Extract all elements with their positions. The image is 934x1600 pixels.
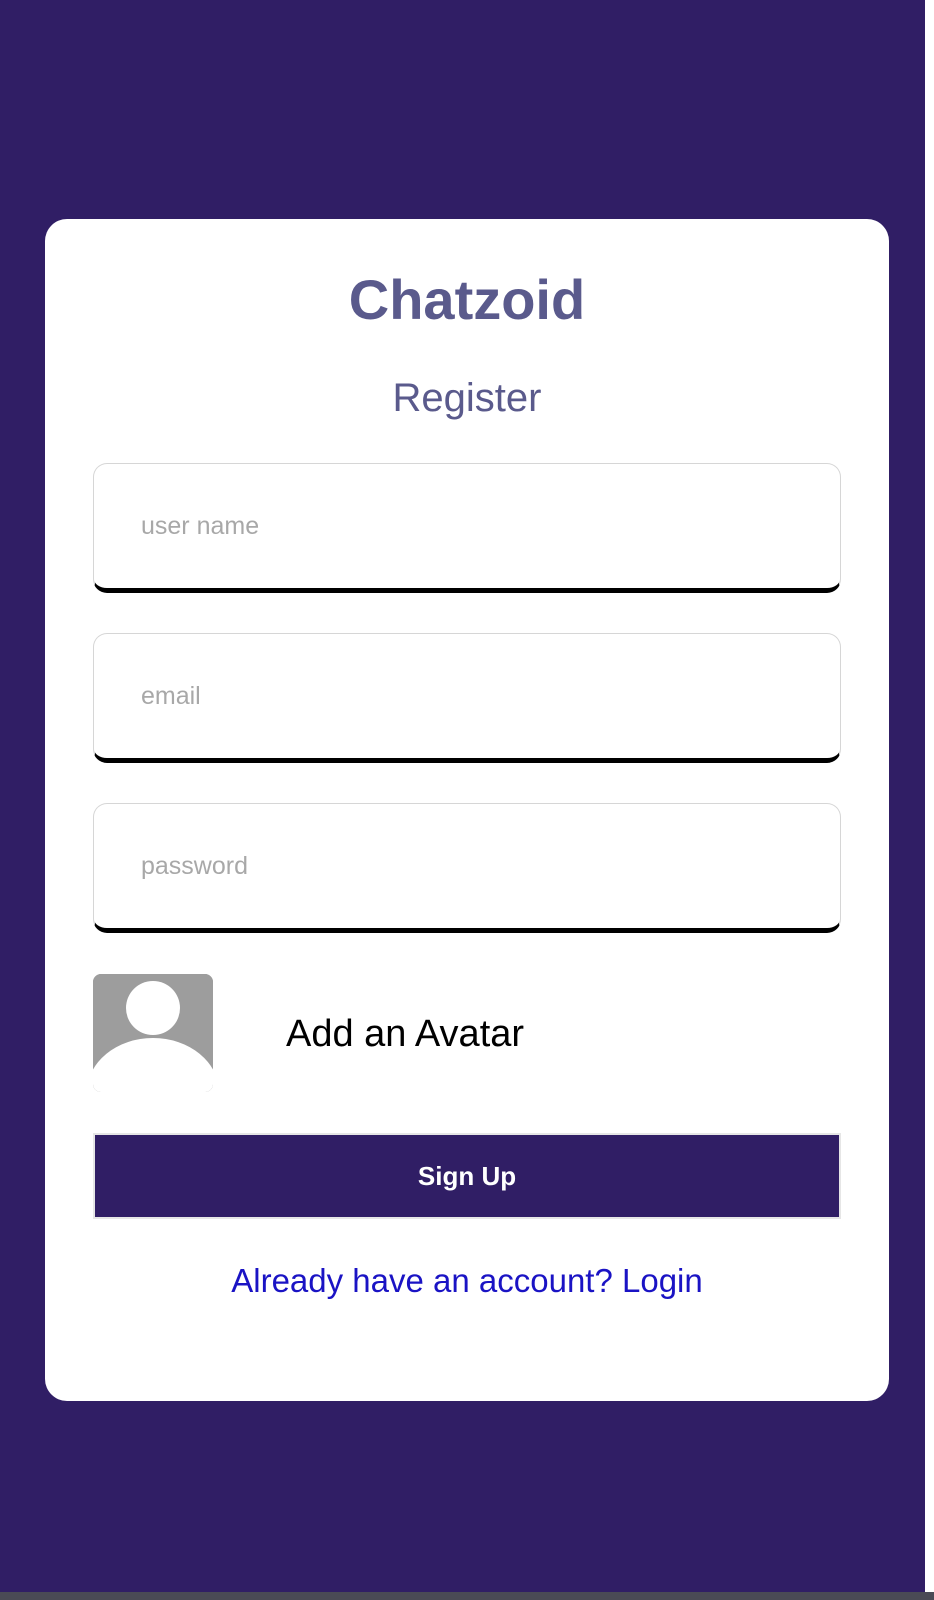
password-field[interactable] [93,803,841,933]
sign-up-button[interactable]: Sign Up [93,1133,841,1219]
user-avatar-placeholder-icon[interactable] [93,974,213,1092]
page-subtitle: Register [392,376,542,420]
register-card: Chatzoid Register Add an Avatar Sign Up … [45,219,889,1401]
bottom-edge-strip [0,1592,934,1600]
add-avatar-button[interactable]: Add an Avatar [93,974,841,1092]
email-input[interactable] [94,634,840,758]
add-avatar-label[interactable]: Add an Avatar [286,1012,524,1056]
app-title: Chatzoid [348,268,586,331]
right-edge-strip [925,0,934,1600]
login-link[interactable]: Already have an account? Login [45,1261,889,1301]
email-field[interactable] [93,633,841,763]
password-input[interactable] [94,804,840,928]
username-field[interactable] [93,463,841,593]
username-input[interactable] [94,464,840,588]
